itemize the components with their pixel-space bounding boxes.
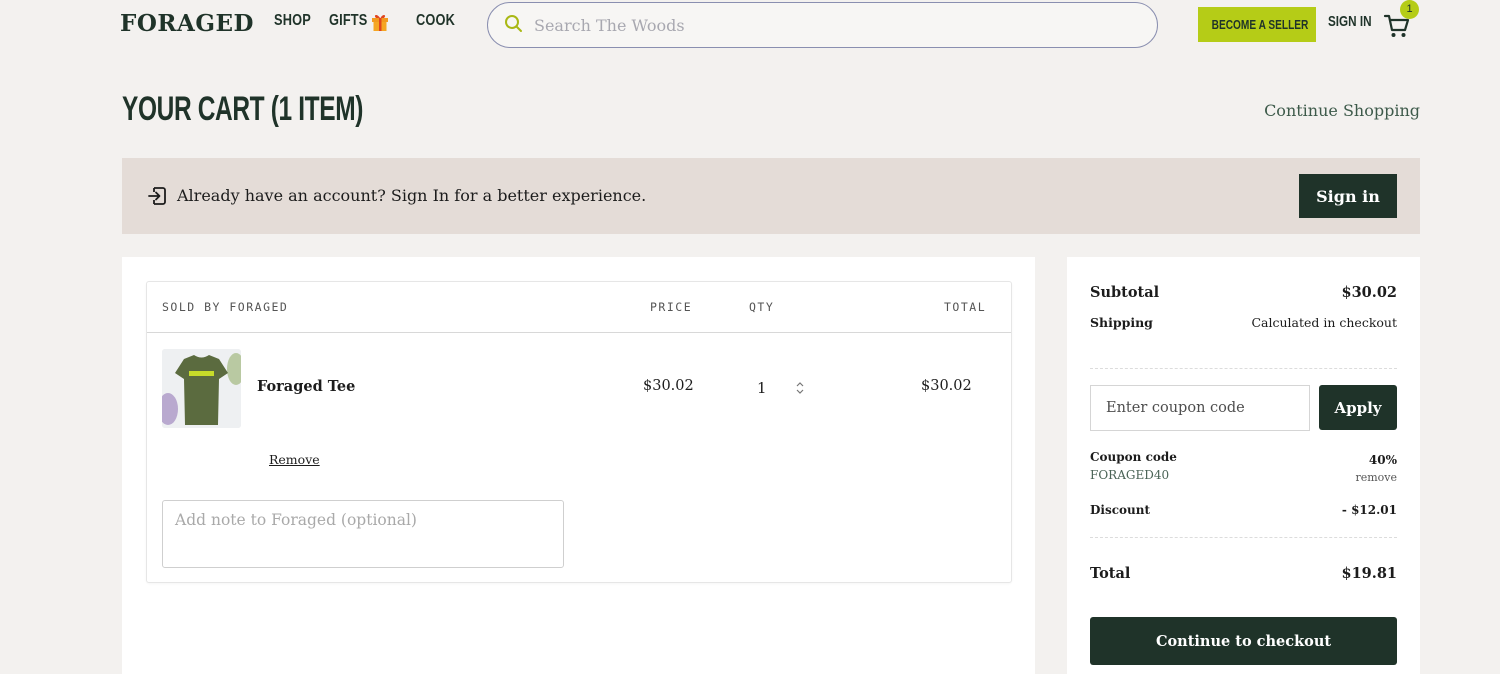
discount-label: Discount <box>1090 503 1151 517</box>
shipping-value: Calculated in checkout <box>1251 315 1397 330</box>
search-icon <box>505 15 522 32</box>
order-summary: Subtotal $30.02 Shipping Calculated in c… <box>1067 257 1420 674</box>
seller-note-field[interactable] <box>162 500 564 568</box>
total-label: Total <box>1090 565 1131 582</box>
product-name[interactable]: Foraged Tee <box>257 378 355 395</box>
header-price: PRICE <box>650 300 693 314</box>
sign-in-banner-text: Already have an account? Sign In for a b… <box>177 186 647 205</box>
continue-to-checkout-button[interactable]: Continue to checkout <box>1090 617 1397 665</box>
search-bar[interactable] <box>487 2 1158 48</box>
search-input[interactable] <box>534 13 1134 37</box>
apply-coupon-button[interactable]: Apply <box>1319 385 1397 430</box>
header-total: TOTAL <box>944 300 987 314</box>
sign-in-icon <box>148 187 166 205</box>
gift-icon <box>372 14 388 31</box>
nav-cook[interactable]: COOK <box>416 12 455 30</box>
subtotal-label: Subtotal <box>1090 284 1160 301</box>
header-sign-in-link[interactable]: SIGN IN <box>1328 13 1372 30</box>
divider <box>1090 368 1397 369</box>
continue-shopping-link[interactable]: Continue Shopping <box>1264 101 1420 120</box>
cart-table: SOLD BY FORAGED PRICE QTY TOTAL Foraged … <box>146 281 1012 583</box>
product-total: $30.02 <box>921 378 972 394</box>
cart-panel: SOLD BY FORAGED PRICE QTY TOTAL Foraged … <box>122 257 1035 674</box>
page-title: YOUR CART (1 ITEM) <box>122 90 364 128</box>
header-sold-by: SOLD BY FORAGED <box>162 300 289 314</box>
product-price: $30.02 <box>643 378 694 394</box>
header-qty: QTY <box>749 300 775 314</box>
subtotal-value: $30.02 <box>1341 284 1398 301</box>
chevron-up-down-icon[interactable] <box>795 380 805 396</box>
cart-count-badge: 1 <box>1400 0 1419 19</box>
shipping-label: Shipping <box>1090 315 1153 330</box>
coupon-code-input[interactable] <box>1090 385 1310 431</box>
product-image[interactable] <box>162 349 241 428</box>
logo[interactable]: FORAGED <box>120 10 254 37</box>
t-shirt-image <box>162 349 241 428</box>
banner-sign-in-button[interactable]: Sign in <box>1299 174 1397 218</box>
site-header: FORAGED SHOP GIFTS COOK BECOME A SELLER … <box>0 0 1500 50</box>
nav-gifts[interactable]: GIFTS <box>329 12 367 30</box>
total-value: $19.81 <box>1341 565 1398 582</box>
coupon-percent: 40% <box>1368 453 1397 467</box>
divider <box>1090 537 1397 538</box>
coupon-code: FORAGED40 <box>1090 468 1170 482</box>
quantity-value[interactable]: 1 <box>757 379 767 397</box>
discount-value: - $12.01 <box>1341 503 1397 517</box>
become-seller-label: BECOME A SELLER <box>1211 17 1309 32</box>
coupon-label: Coupon code <box>1090 450 1177 464</box>
divider <box>147 332 1011 333</box>
remove-item-link[interactable]: Remove <box>269 452 320 467</box>
sign-in-banner: Already have an account? Sign In for a b… <box>122 158 1420 234</box>
nav-shop[interactable]: SHOP <box>274 12 311 30</box>
remove-coupon-link[interactable]: remove <box>1355 471 1397 484</box>
become-seller-button[interactable]: BECOME A SELLER <box>1198 7 1316 42</box>
